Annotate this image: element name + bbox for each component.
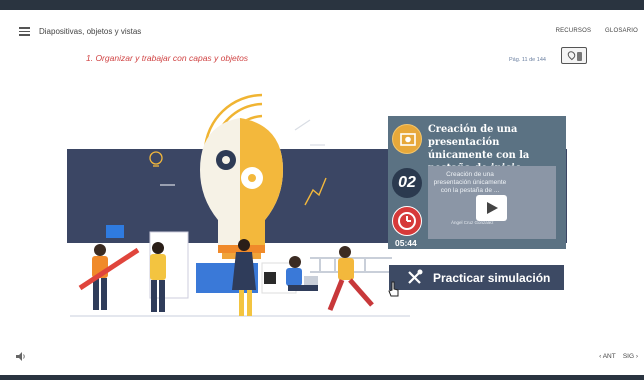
clock-icon — [392, 206, 422, 236]
speaker-icon[interactable] — [16, 352, 26, 361]
presentation-icon — [392, 124, 422, 154]
small-bulb-icon — [149, 151, 163, 167]
tools-icon — [408, 269, 423, 284]
play-button[interactable] — [476, 195, 507, 221]
bottom-bar — [0, 375, 644, 380]
lesson-number: 02 — [392, 168, 422, 198]
chevron-right-icon[interactable]: › — [636, 353, 638, 360]
video-duration: 05:44 — [395, 238, 417, 248]
practice-button-label: Practicar simulación — [433, 271, 551, 285]
footer-nav: ‹ ANT SIG › — [599, 353, 638, 360]
chevron-left-icon[interactable]: ‹ — [599, 353, 601, 360]
next-button[interactable]: SIG — [623, 353, 634, 360]
video-caption: Creación de una presentación únicamente … — [433, 171, 507, 194]
hand-cursor-icon — [388, 281, 399, 297]
play-icon — [487, 202, 498, 214]
prev-button[interactable]: ANT — [603, 353, 616, 360]
